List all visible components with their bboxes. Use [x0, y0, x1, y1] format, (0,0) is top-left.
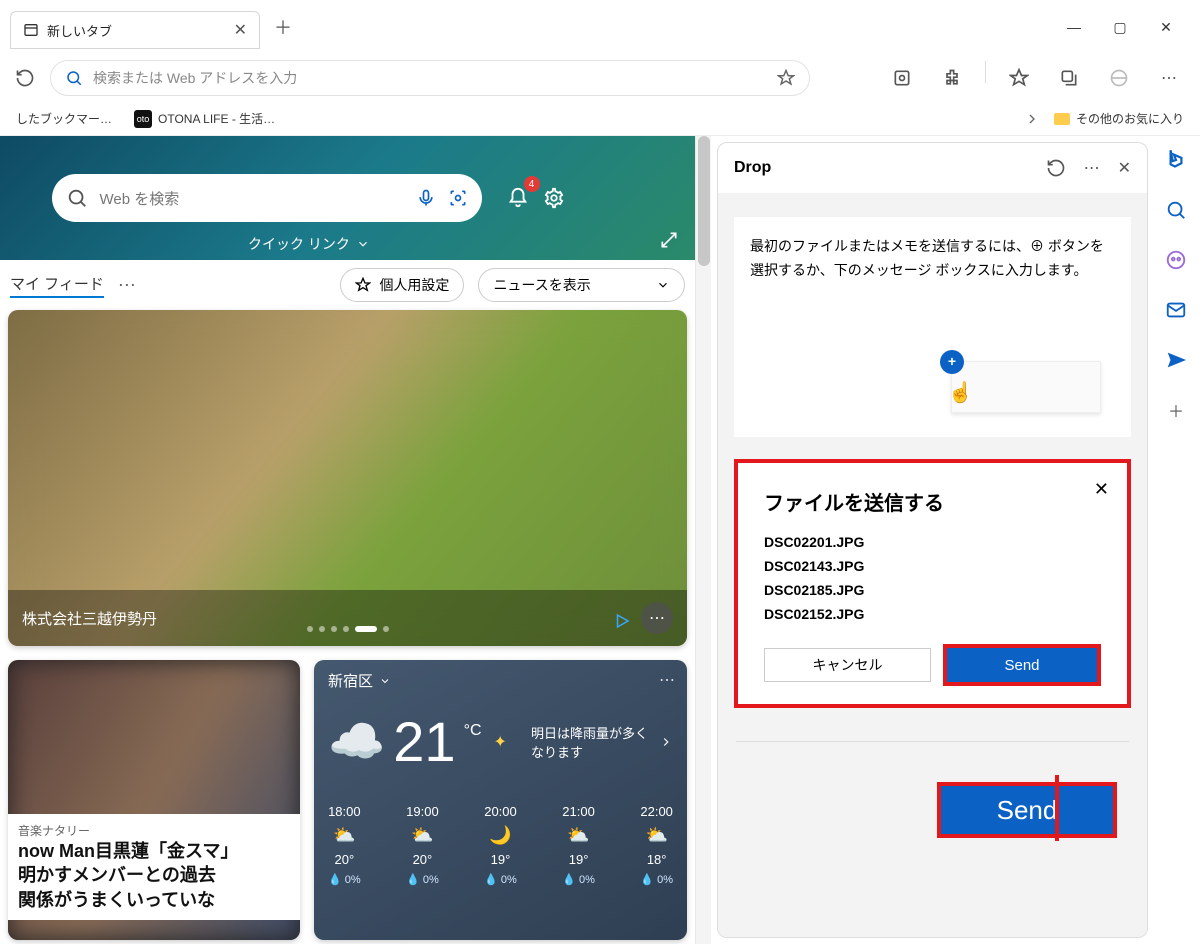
collections-icon[interactable] — [1052, 61, 1086, 95]
refresh-icon[interactable] — [1046, 158, 1066, 178]
weather-now-icon: ☁️ — [328, 714, 385, 769]
favorites-icon[interactable] — [1002, 61, 1036, 95]
extensions-icon[interactable] — [935, 61, 969, 95]
message-input-placeholder[interactable] — [736, 730, 1129, 742]
more-icon[interactable]: ⋯ — [1152, 61, 1186, 95]
close-icon[interactable]: ✕ — [1094, 479, 1109, 500]
address-bar[interactable]: 検索または Web アドレスを入力 — [50, 60, 810, 96]
favorite-star-icon[interactable] — [777, 69, 795, 87]
bookmark-favicon-icon: oto — [134, 110, 152, 128]
weather-unit: °C — [464, 722, 482, 740]
news-card[interactable]: 音楽ナタリー now Man目黒蓮「金スマ」 明かすメンバーとの過去 関係がうま… — [8, 660, 300, 940]
red-connector — [1055, 775, 1059, 841]
search-icon — [65, 69, 83, 87]
file-item: DSC02152.JPG — [764, 606, 1101, 622]
forecast-col: 19:00⛅20°💧 0% — [406, 804, 439, 886]
lens-icon[interactable] — [448, 188, 468, 208]
forecast-row: 18:00⛅20°💧 0% 19:00⛅20°💧 0% 20:00🌙19°💧 0… — [328, 804, 673, 886]
forecast-col: 21:00⛅19°💧 0% — [562, 804, 595, 886]
carousel-pager — [307, 626, 389, 632]
drop-title: Drop — [734, 159, 771, 177]
show-news-dropdown[interactable]: ニュースを表示 — [478, 268, 685, 302]
file-item: DSC02201.JPG — [764, 534, 1101, 550]
notification-badge: 4 — [524, 176, 540, 192]
search-icon — [66, 187, 88, 209]
hero-banner: Web を検索 4 クイック リンク — [0, 136, 695, 260]
ad-play-icon[interactable] — [613, 612, 631, 630]
address-placeholder: 検索または Web アドレスを入力 — [93, 68, 297, 88]
window-minimize-icon[interactable]: — — [1064, 17, 1084, 37]
send-files-box: ファイルを送信する ✕ DSC02201.JPG DSC02143.JPG DS… — [734, 459, 1131, 708]
weather-fav-icon: ✦ — [494, 732, 507, 752]
big-send-label: Send — [941, 786, 1113, 834]
gear-icon[interactable] — [536, 180, 572, 216]
hero-search[interactable]: Web を検索 — [52, 174, 482, 222]
other-favorites[interactable]: その他のお気に入り — [1048, 108, 1190, 129]
drop-empty-state: 最初のファイルまたはメモを送信するには、⊕ ボタンを選択するか、下のメッセージ … — [734, 217, 1131, 437]
window-close-icon[interactable]: ✕ — [1156, 17, 1176, 37]
card-more-icon[interactable]: ⋯ — [641, 602, 673, 634]
news-source: 音楽ナタリー — [18, 822, 290, 839]
tab-favicon-icon — [23, 22, 39, 38]
notifications-icon[interactable]: 4 — [500, 180, 536, 216]
forecast-col: 18:00⛅20°💧 0% — [328, 804, 361, 886]
send-button[interactable]: Send — [947, 648, 1097, 682]
bing-icon[interactable] — [1162, 146, 1190, 174]
weather-temp: 21 — [393, 709, 455, 774]
news-headline-2: 明かすメンバーとの過去 — [18, 863, 290, 887]
bookmark-otona[interactable]: oto OTONA LIFE - 生活… — [128, 108, 281, 130]
cursor-icon: ☝️ — [948, 376, 973, 410]
new-tab-button[interactable]: ＋ — [268, 12, 298, 42]
tab-title: 新しいタブ — [47, 21, 226, 40]
hero-search-placeholder: Web を検索 — [100, 188, 180, 209]
drop-info-text: 最初のファイルまたはメモを送信するには、⊕ ボタンを選択するか、下のメッセージ … — [750, 238, 1104, 278]
panel-more-icon[interactable]: ⋯ — [1084, 158, 1100, 178]
copilot-icon[interactable] — [1162, 246, 1190, 274]
drop-panel: Drop ⋯ ✕ 最初のファイルまたはメモを送信するには、⊕ ボタンを選択するか… — [717, 142, 1148, 938]
forecast-col: 22:00⛅18°💧 0% — [640, 804, 673, 886]
mic-icon[interactable] — [416, 188, 436, 208]
forecast-col: 20:00🌙19°💧 0% — [484, 804, 517, 886]
weather-more-icon[interactable]: ⋯ — [659, 670, 675, 690]
scroll-thumb[interactable] — [698, 136, 710, 266]
bookmark-truncated[interactable]: したブックマー… — [10, 108, 118, 129]
chevron-right-icon[interactable] — [659, 735, 673, 749]
personalize-button[interactable]: 個人用設定 — [340, 268, 464, 302]
plus-badge-icon: + — [940, 350, 964, 374]
rail-search-icon[interactable] — [1162, 196, 1190, 224]
featured-card[interactable]: 株式会社三越伊勢丹 ⋯ — [8, 310, 687, 646]
feed-more-icon[interactable]: ⋯ — [118, 275, 136, 296]
featured-caption: 株式会社三越伊勢丹 — [22, 608, 157, 629]
rail-add-icon[interactable]: ＋ — [1162, 396, 1190, 424]
panel-close-icon[interactable]: ✕ — [1118, 158, 1131, 178]
news-headline-3: 関係がうまくいっていな — [18, 888, 290, 912]
page-scrollbar[interactable] — [695, 136, 711, 944]
news-headline-1: now Man目黒蓮「金スマ」 — [18, 839, 290, 863]
big-send-callout: Send — [937, 782, 1117, 838]
send-title: ファイルを送信する — [764, 487, 1101, 516]
file-item: DSC02143.JPG — [764, 558, 1101, 574]
expand-icon[interactable] — [659, 230, 679, 250]
window-maximize-icon[interactable]: ▢ — [1110, 17, 1130, 37]
send-button-highlight: Send — [943, 644, 1101, 686]
outlook-icon[interactable] — [1162, 296, 1190, 324]
browser-tab[interactable]: 新しいタブ ✕ — [10, 11, 260, 49]
folder-icon — [1054, 113, 1070, 125]
file-item: DSC02185.JPG — [764, 582, 1101, 598]
reload-button[interactable] — [8, 61, 42, 95]
drop-send-icon[interactable] — [1162, 346, 1190, 374]
chevron-right-icon[interactable] — [1024, 111, 1040, 127]
tracking-prevention-icon[interactable] — [885, 61, 919, 95]
quick-links[interactable]: クイック リンク — [248, 234, 370, 254]
tab-close-icon[interactable]: ✕ — [234, 20, 247, 40]
my-feed-tab[interactable]: マイ フィード — [10, 273, 104, 298]
cancel-button[interactable]: キャンセル — [764, 648, 931, 682]
weather-location: 新宿区 — [328, 670, 673, 691]
drop-hint-input: + ☝️ — [951, 361, 1101, 413]
weather-message: 明日は降雨量が多くなります — [531, 723, 651, 761]
weather-card[interactable]: 新宿区 ⋯ ☁️ 21 °C ✦ 明日は降雨量が多くなります 18:00⛅ — [314, 660, 687, 940]
ie-mode-icon[interactable] — [1102, 61, 1136, 95]
